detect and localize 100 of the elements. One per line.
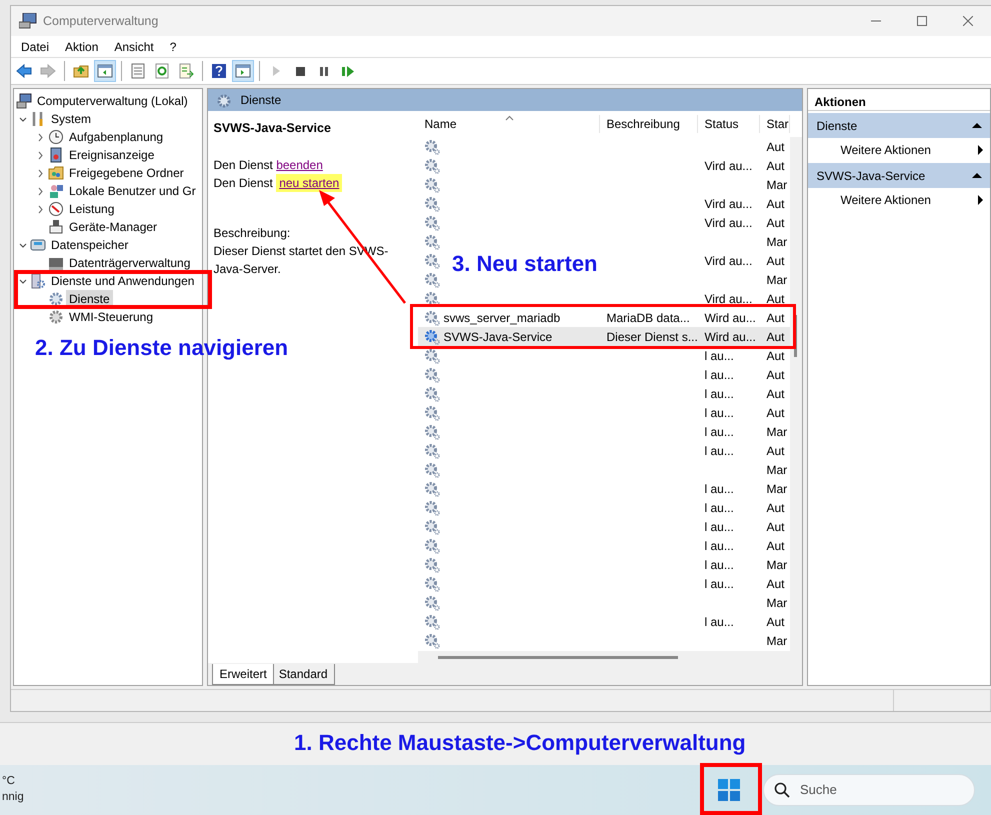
service-status: Vird au...: [704, 292, 752, 306]
service-startup: Mar: [766, 634, 788, 648]
sort-caret-icon: [504, 115, 514, 121]
action-text: Den Dienst: [213, 158, 274, 172]
service-status: Wird au...: [704, 310, 756, 324]
section-title: Dienste: [816, 118, 858, 134]
service-startup: Aut: [766, 576, 784, 590]
users-icon: [48, 183, 64, 199]
column-header[interactable]: Beschreibung: [600, 115, 698, 133]
service-status: l au...: [704, 558, 734, 572]
export-icon: [178, 63, 194, 79]
maximize-icon: [917, 16, 927, 26]
service-status: l au...: [704, 406, 734, 420]
tree-item[interactable]: Aufgabenplanung: [66, 128, 166, 146]
menu-item[interactable]: Ansicht: [106, 38, 162, 56]
submenu-caret-icon: [977, 194, 984, 204]
service-status: l au...: [704, 482, 734, 496]
service-status: Vird au...: [704, 196, 752, 210]
service-startup: Aut: [766, 500, 784, 514]
menu-item[interactable]: ?: [162, 38, 184, 56]
view-tab[interactable]: Standard: [272, 664, 335, 685]
toolbar-button[interactable]: [232, 60, 254, 82]
gear-icon: [48, 309, 64, 325]
horizontal-scrollbar[interactable]: [418, 651, 802, 663]
action-section-header[interactable]: Dienste: [808, 113, 990, 138]
service-startup: Aut: [766, 444, 784, 458]
folder-up-icon: [73, 63, 89, 79]
service-startup: Mar: [766, 482, 788, 496]
service-row[interactable]: svws_server_mariadb MariaDB data... Wird au... Aut: [418, 308, 790, 327]
expand-caret-icon[interactable]: [18, 276, 28, 286]
service-description: MariaDB data...: [606, 310, 690, 324]
column-header[interactable]: Star: [760, 115, 790, 133]
search-field[interactable]: Suche: [798, 779, 958, 801]
pane-icon: [97, 63, 113, 79]
storage-icon: [30, 237, 46, 253]
tree-item[interactable]: Geräte-Manager: [66, 218, 160, 236]
vertical-scrollbar[interactable]: [790, 137, 802, 651]
service-status: l au...: [704, 444, 734, 458]
service-name: svws_server_mariadb: [443, 312, 560, 324]
shared-folder-icon: [48, 165, 64, 181]
tree-item[interactable]: Lokale Benutzer und Gr: [66, 182, 199, 200]
action-link[interactable]: neu starten: [276, 174, 342, 192]
service-startup: Aut: [766, 348, 784, 362]
action-item[interactable]: Weitere Aktionen: [808, 188, 990, 211]
action-section-header[interactable]: SVWS-Java-Service: [808, 163, 990, 188]
service-startup: Aut: [766, 386, 784, 400]
gear-icon: [424, 328, 440, 344]
tree-item[interactable]: Datenträgerverwaltung: [66, 254, 194, 272]
tree-item[interactable]: WMI-Steuerung: [66, 308, 156, 326]
gear-icon: [216, 92, 232, 109]
gear-icon: [48, 291, 64, 307]
menu-item[interactable]: Aktion: [57, 38, 106, 56]
view-tab[interactable]: Erweitert: [212, 664, 274, 685]
tree-item[interactable]: Leistung: [66, 200, 118, 218]
service-startup: Aut: [766, 538, 784, 552]
submenu-caret-icon: [977, 144, 984, 154]
action-item-label: Weitere Aktionen: [840, 192, 931, 208]
service-startup: Aut: [766, 158, 784, 172]
service-status: l au...: [704, 614, 734, 628]
action-text: Den Dienst: [213, 176, 274, 190]
highlight-frame: [700, 763, 762, 815]
service-status: Vird au...: [704, 158, 752, 172]
computer-icon: [16, 93, 32, 109]
service-startup: Aut: [766, 196, 784, 210]
tree-item[interactable]: Computerverwaltung (Lokal): [34, 92, 191, 110]
tree-item[interactable]: Dienste und Anwendungen: [48, 272, 198, 290]
tree-item[interactable]: System: [48, 110, 94, 128]
tree-item[interactable]: Ereignisanzeige: [66, 146, 158, 164]
column-header[interactable]: Status: [698, 115, 760, 133]
service-startup: Aut: [766, 140, 784, 154]
service-status: Vird au...: [704, 254, 752, 268]
service-startup: Mar: [766, 462, 788, 476]
tree-item[interactable]: Freigegebene Ordner: [66, 164, 187, 182]
server-gear-icon: [30, 273, 46, 289]
menu-item[interactable]: Datei: [13, 38, 58, 56]
service-startup: Mar: [766, 558, 788, 572]
column-header[interactable]: Name: [418, 115, 600, 133]
service-status: l au...: [704, 576, 734, 590]
action-item[interactable]: Weitere Aktionen: [808, 138, 990, 161]
service-status: Wird au...: [704, 330, 756, 344]
service-startup: Aut: [766, 292, 784, 306]
expand-caret-icon[interactable]: [18, 240, 28, 250]
refresh-icon: [154, 63, 170, 79]
weather-text: nnig: [2, 790, 24, 805]
pane-icon: [235, 63, 251, 79]
window-title: Computerverwaltung: [43, 12, 158, 30]
service-status: l au...: [704, 424, 734, 438]
service-startup: Aut: [766, 614, 784, 628]
back-arrow-icon: [16, 63, 32, 79]
search-bar[interactable]: Suche: [763, 774, 975, 806]
toolbar-button[interactable]: [94, 60, 116, 82]
action-link[interactable]: beenden: [276, 158, 323, 172]
help-icon: [211, 63, 227, 79]
tree-item[interactable]: Datenspeicher: [48, 236, 132, 254]
service-startup: Aut: [766, 406, 784, 420]
expand-caret-icon[interactable]: [18, 114, 28, 124]
service-row[interactable]: SVWS-Java-Service Dieser Dienst s... Wird au... Aut: [418, 327, 790, 346]
service-status: Vird au...: [704, 216, 752, 230]
weather-text: °C: [2, 774, 16, 790]
service-description: Dieser Dienst s...: [606, 330, 698, 344]
